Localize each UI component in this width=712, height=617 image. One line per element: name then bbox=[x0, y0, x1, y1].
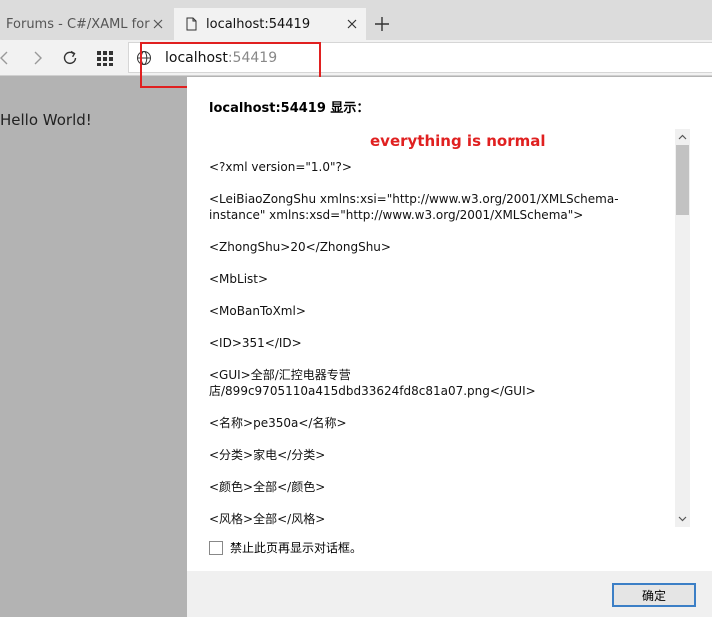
checkbox-label: 禁止此页再显示对话框。 bbox=[230, 541, 363, 555]
forward-icon[interactable] bbox=[26, 46, 50, 70]
navigation-bar: localhost:54419 bbox=[0, 40, 712, 76]
scroll-thumb[interactable] bbox=[676, 145, 689, 215]
tab-strip: Forums - C#/XAML for H localhost:54419 bbox=[0, 0, 712, 40]
close-icon[interactable] bbox=[150, 16, 166, 32]
tab-label: Forums - C#/XAML for H bbox=[6, 16, 150, 32]
dialog-footer: 确定 bbox=[187, 571, 712, 617]
close-icon[interactable] bbox=[344, 16, 360, 32]
message-line: <LeiBiaoZongShu xmlns:xsi="http://www.w3… bbox=[209, 192, 619, 222]
dialog-message: everything is normal <?xml version="1.0"… bbox=[187, 127, 692, 527]
tab-forums[interactable]: Forums - C#/XAML for H bbox=[0, 8, 172, 40]
back-icon[interactable] bbox=[0, 46, 16, 70]
chevron-up-icon[interactable] bbox=[675, 129, 690, 145]
message-line: <ZhongShu>20</ZhongShu> bbox=[209, 240, 391, 254]
hello-world-text: Hello World! bbox=[0, 111, 92, 129]
apps-grid-icon[interactable] bbox=[93, 46, 117, 70]
message-line: <名称>pe350a</名称> bbox=[209, 416, 347, 430]
message-line: <ID>351</ID> bbox=[209, 336, 302, 350]
suppress-dialogs-option[interactable]: 禁止此页再显示对话框。 bbox=[209, 539, 362, 556]
message-line: <MoBanToXml> bbox=[209, 304, 306, 318]
refresh-icon[interactable] bbox=[58, 46, 82, 70]
message-line: <分类>家电</分类> bbox=[209, 448, 326, 462]
message-line: <风格>全部</风格> bbox=[209, 512, 326, 526]
message-scrollbar[interactable] bbox=[675, 129, 690, 527]
chevron-down-icon[interactable] bbox=[675, 511, 690, 527]
message-line: <颜色>全部</颜色> bbox=[209, 480, 326, 494]
message-line: <MbList> bbox=[209, 272, 269, 286]
suppress-dialogs-checkbox[interactable] bbox=[209, 540, 223, 555]
tab-localhost[interactable]: localhost:54419 bbox=[174, 8, 366, 40]
plus-icon[interactable] bbox=[372, 14, 392, 34]
page-icon bbox=[184, 17, 198, 31]
message-line: <?xml version="1.0"?> bbox=[209, 160, 352, 174]
tab-label: localhost:54419 bbox=[206, 16, 311, 32]
ok-button[interactable]: 确定 bbox=[612, 583, 696, 607]
dialog-title: localhost:54419 显示： bbox=[209, 101, 370, 116]
alert-dialog: localhost:54419 显示： everything is normal… bbox=[187, 77, 712, 617]
message-line: <GUI>全部/汇控电器专营店/899c9705110a415dbd33624f… bbox=[209, 368, 536, 398]
message-heading: everything is normal bbox=[370, 132, 546, 150]
